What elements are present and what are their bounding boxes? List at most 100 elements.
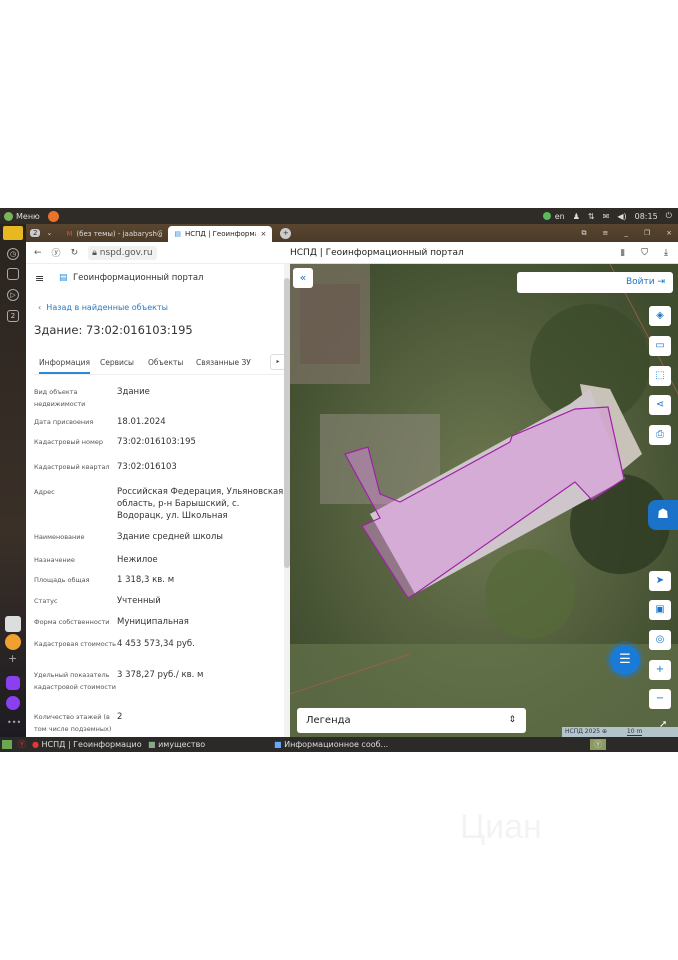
- field-value: Муниципальная: [117, 617, 189, 627]
- portal-title: Геоинформационный портал: [73, 273, 204, 283]
- mouse-cursor-icon: ➚: [659, 719, 668, 730]
- document-icon: ■: [274, 740, 282, 749]
- hamburger-icon[interactable]: ≡: [35, 272, 44, 285]
- page-title: НСПД | Геоинформационный портал: [290, 247, 464, 258]
- app-icon[interactable]: [5, 616, 21, 632]
- yandex-badge[interactable]: [3, 226, 23, 240]
- collections-icon[interactable]: [7, 268, 19, 280]
- layers-icon: ◈: [656, 310, 664, 321]
- collapse-panel-button[interactable]: «: [293, 268, 313, 288]
- tab-counter[interactable]: 2: [30, 229, 41, 237]
- volume-icon[interactable]: ◀): [617, 212, 626, 221]
- download-icon[interactable]: ⤓: [664, 248, 668, 258]
- alice-icon[interactable]: [6, 676, 20, 690]
- menu-button[interactable]: Меню: [16, 212, 40, 221]
- search-location-button[interactable]: ◎: [649, 630, 671, 650]
- field-label: Наименование: [34, 533, 85, 541]
- reload-icon[interactable]: ↻: [71, 248, 79, 258]
- object-heading: Здание: 73:02:016103:195: [34, 323, 193, 337]
- bookmarks-icon[interactable]: ⧉: [581, 229, 586, 238]
- layers-button[interactable]: ◈: [649, 306, 671, 326]
- share-button[interactable]: ⋖: [649, 395, 671, 415]
- url-field[interactable]: 🔒︎ nspd.gov.ru: [88, 245, 157, 260]
- tab-services[interactable]: Сервисы: [100, 358, 134, 367]
- tray-yandex-icon[interactable]: Ⓨ: [590, 739, 606, 750]
- play-icon[interactable]: ▷: [7, 289, 19, 301]
- clock: 08:15: [634, 211, 658, 221]
- tabs: Информация Сервисы Объекты Связанные ЗУ …: [34, 354, 286, 375]
- tab-info[interactable]: Информация: [39, 358, 91, 374]
- taskbar-item[interactable]: ■ имущество: [148, 740, 268, 749]
- history-icon[interactable]: ◷: [7, 248, 19, 260]
- minimap-button[interactable]: ▣: [649, 600, 671, 620]
- print-icon: ⎙: [656, 429, 664, 440]
- show-desktop-icon[interactable]: [2, 740, 12, 749]
- login-button[interactable]: Войти ⇥: [517, 272, 673, 293]
- zoom-out-button[interactable]: −: [649, 689, 671, 709]
- field-label: Назначение: [34, 556, 75, 564]
- field-row: Кадастровый номер 73:02:016103:195: [34, 436, 284, 448]
- app-icon[interactable]: [5, 634, 21, 650]
- field-label: Кадастровый номер: [34, 438, 104, 446]
- tab-nspd[interactable]: ▤НСПД | Геоинформацио×: [168, 226, 273, 242]
- field-row: Назначение Нежилое: [34, 554, 284, 566]
- tab-related-land[interactable]: Связанные ЗУ: [196, 358, 251, 367]
- navigate-icon: ➤: [655, 575, 665, 586]
- firefox-icon[interactable]: [47, 210, 59, 222]
- field-value: Здание средней школы: [117, 532, 223, 542]
- tabs-icon[interactable]: 2: [7, 310, 19, 322]
- field-label: Удельный показатель кадастровой стоимост…: [34, 671, 116, 691]
- back-link[interactable]: ‹ Назад в найденные объекты: [38, 303, 168, 312]
- portal-logo-icon: ▤: [59, 273, 68, 283]
- transfer-icon[interactable]: ⇅: [588, 212, 595, 221]
- field-row: Кадастровый квартал 73:02:016103: [34, 461, 284, 473]
- language-indicator[interactable]: en: [555, 212, 565, 221]
- gmail-icon: M: [66, 230, 73, 238]
- chat-button[interactable]: ☰: [610, 645, 640, 675]
- field-value: 3 378,27 руб./ кв. м: [117, 670, 204, 680]
- power-icon[interactable]: ⏻: [666, 211, 672, 221]
- more-icon[interactable]: •••: [7, 718, 21, 727]
- field-row: Статус Учтенный: [34, 595, 284, 607]
- ruler-icon: ▭: [655, 340, 665, 351]
- assistant-button[interactable]: ☗: [648, 500, 678, 530]
- menu-icon[interactable]: [4, 211, 13, 221]
- chevron-down-icon[interactable]: ⌄: [46, 229, 52, 237]
- taskbar-item[interactable]: ■ Информационное сооб...: [274, 740, 584, 749]
- back-icon[interactable]: ←: [34, 248, 42, 258]
- login-icon: ⇥: [657, 277, 665, 287]
- minimize-icon[interactable]: _: [624, 229, 628, 237]
- tab-mail[interactable]: M (без темы) - jaabarysh@: [60, 226, 168, 242]
- zoom-in-button[interactable]: +: [649, 660, 671, 680]
- field-value: Учтенный: [117, 596, 161, 606]
- mail-icon[interactable]: ✉: [603, 212, 610, 221]
- field-label: Кадастровый квартал: [34, 463, 110, 471]
- bookmark-icon[interactable]: ▮: [620, 248, 625, 258]
- yandex-icon[interactable]: ⓨ: [52, 246, 61, 259]
- measure-button[interactable]: ▭: [649, 336, 671, 356]
- taskbar-item[interactable]: ● НСПД | Геоинформацио...: [32, 740, 142, 749]
- tab-objects[interactable]: Объекты: [148, 358, 183, 367]
- add-icon[interactable]: +: [8, 652, 17, 665]
- extensions-icon[interactable]: ⛉: [641, 248, 648, 258]
- select-area-button[interactable]: ⬚: [649, 366, 671, 386]
- notification-icon[interactable]: ♟: [573, 212, 580, 221]
- messenger-icon[interactable]: [6, 696, 20, 710]
- field-label: Форма собственности: [34, 618, 110, 626]
- locate-button[interactable]: ➤: [649, 571, 671, 591]
- maximize-icon[interactable]: ❐: [644, 229, 650, 237]
- watermark: Циан: [460, 808, 542, 846]
- field-row: Адрес Российская Федерация, Ульяновская о…: [34, 486, 284, 522]
- field-row: Удельный показатель кадастровой стоимост…: [34, 669, 284, 693]
- field-value: 4 453 573,34 руб.: [117, 639, 195, 649]
- window-close-icon[interactable]: ×: [666, 229, 672, 237]
- print-button[interactable]: ⎙: [649, 425, 671, 445]
- new-tab-button[interactable]: +: [280, 227, 292, 239]
- field-value: Российская Федерация, Ульяновская област…: [117, 487, 284, 521]
- menu-icon[interactable]: ≡: [602, 229, 608, 237]
- yandex-browser-icon[interactable]: Ⓨ: [18, 739, 26, 750]
- close-icon[interactable]: ×: [260, 230, 266, 238]
- network-icon[interactable]: [542, 212, 551, 220]
- legend-dropdown[interactable]: Легенда ⇕: [297, 708, 526, 733]
- taskbar: Ⓨ ● НСПД | Геоинформацио... ■ имущество …: [0, 737, 678, 752]
